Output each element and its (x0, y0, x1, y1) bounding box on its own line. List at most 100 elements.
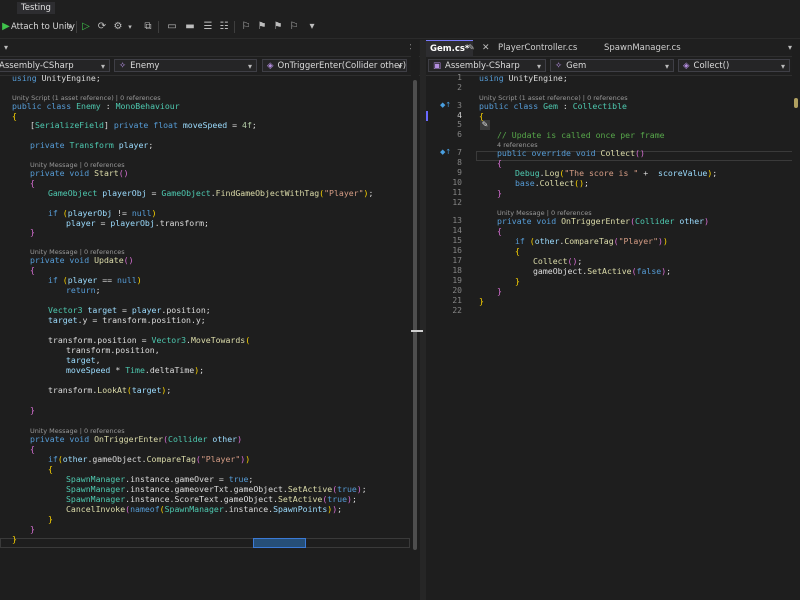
settings-icon[interactable]: ⚙ (112, 21, 124, 33)
tab-playercontroller[interactable]: PlayerController.cs (494, 40, 581, 56)
line-number: 18 (452, 266, 462, 275)
project-dropdown[interactable]: ▣ Assembly-CSharp ▾ (428, 59, 546, 72)
code-line: { (479, 111, 484, 121)
chevron-down-icon: ▾ (664, 62, 669, 71)
bookmark-icon[interactable]: ⚐ (240, 21, 252, 33)
close-icon[interactable]: ✕ (482, 40, 490, 56)
code-line: if (other.CompareTag("Player")) (515, 236, 668, 246)
tab-gem[interactable]: Gem.cs* (426, 40, 474, 57)
comment-icon[interactable]: ▭ (166, 21, 178, 33)
code-line: private void Start() (30, 168, 129, 178)
code-line: if(other.gameObject.CompareTag("Player")… (48, 454, 251, 464)
class-icon: ✧ (119, 61, 127, 71)
code-line: player = playerObj.transform; (66, 218, 209, 228)
class-dropdown[interactable]: ✧ Enemy ▾ (114, 59, 257, 72)
line-number: 20 (452, 286, 462, 295)
code-line: private void OnTriggerEnter(Collider oth… (30, 434, 243, 444)
code-line: { (12, 111, 17, 121)
line-number: 10 (452, 178, 462, 187)
hot-reload-icon[interactable]: ⟳ (96, 21, 108, 33)
uncomment-icon[interactable]: ▬ (184, 21, 196, 33)
project-icon: ▣ (433, 61, 442, 71)
pin-icon[interactable]: ✎ (468, 40, 475, 56)
code-line: GameObject playerObj = GameObject.FindGa… (48, 188, 374, 198)
code-line: } (30, 524, 35, 534)
code-line: } (515, 276, 520, 286)
align-right-icon[interactable]: ☷ (218, 21, 230, 33)
next-bookmark-icon[interactable]: ⚑ (272, 21, 284, 33)
code-line: } (479, 296, 484, 306)
member-dropdown[interactable]: ◈ Collect() ▾ (678, 59, 790, 72)
code-line: return; (66, 285, 101, 295)
code-line: { (48, 464, 53, 474)
code-line: private Transform player; (30, 140, 154, 150)
right-editor-pane: Gem.cs* ✎ ✕ PlayerController.cs SpawnMan… (426, 40, 800, 600)
tab-spawnmanager[interactable]: SpawnManager.cs (600, 40, 685, 56)
code-line: { (497, 158, 502, 168)
line-number: 14 (452, 226, 462, 235)
line-number: 13 (452, 216, 462, 225)
code-line: } (497, 188, 502, 198)
code-line: Vector3 target = player.position; (48, 305, 211, 315)
left-scrollbar[interactable] (411, 40, 419, 560)
prev-bookmark-icon[interactable]: ⚑ (256, 21, 268, 33)
code-line: SpawnManager.instance.gameoverTxt.gameOb… (66, 484, 367, 494)
code-line: SpawnManager.instance.gameOver = true; (66, 474, 254, 484)
line-number: 1 (457, 73, 462, 82)
code-line: { (30, 178, 35, 188)
chevron-down-icon: ▾ (100, 62, 105, 71)
line-number: 19 (452, 276, 462, 285)
menu-bar: Testing (0, 0, 800, 16)
line-number: 2 (457, 83, 462, 92)
line-number: 17 (452, 256, 462, 265)
line-number: 5 (457, 120, 462, 129)
line-number: 12 (452, 198, 462, 207)
chevron-down-icon[interactable]: ▾ (64, 21, 76, 33)
right-tab-strip: Gem.cs* ✎ ✕ PlayerController.cs SpawnMan… (426, 40, 800, 57)
code-line: public class Enemy : MonoBehaviour (12, 101, 180, 111)
code-line: transform.LookAt(target); (48, 385, 172, 395)
start-without-debugging-icon[interactable]: ▷ (80, 21, 92, 33)
line-number: 9 (457, 168, 462, 177)
right-scrollbar[interactable] (792, 40, 800, 560)
class-dropdown[interactable]: ✧ Gem ▾ (550, 59, 674, 72)
code-line: { (30, 444, 35, 454)
scroll-thumb[interactable] (413, 80, 417, 550)
line-number: 8 (457, 158, 462, 167)
splitter-grip[interactable] (411, 330, 423, 332)
line-number: 11 (452, 188, 462, 197)
code-line: transform.position = Vector3.MoveTowards… (48, 335, 251, 345)
code-line: } (497, 286, 502, 296)
code-line: using UnityEngine; (12, 73, 101, 83)
chevron-down-icon: ▾ (780, 62, 785, 71)
project-dropdown[interactable]: Assembly-CSharp ▾ (0, 59, 110, 72)
method-icon: ◈ (683, 61, 690, 71)
code-line: { (515, 246, 520, 256)
selected-word-highlight (253, 538, 306, 548)
code-line: SpawnManager.instance.ScoreText.gameObje… (66, 494, 357, 504)
line-number: 15 (452, 236, 462, 245)
code-line: using UnityEngine; (479, 73, 568, 83)
chevron-down-icon[interactable]: ▾ (124, 21, 136, 33)
current-line-highlight (0, 538, 410, 548)
code-line: private void OnTriggerEnter(Collider oth… (497, 216, 710, 226)
member-dropdown[interactable]: ◈ OnTriggerEnter(Collider other) ▾ (262, 59, 407, 72)
code-line: if (player == null) (48, 275, 142, 285)
class-icon: ✧ (555, 61, 563, 71)
code-line: target, (66, 355, 101, 365)
align-left-icon[interactable]: ☰ (202, 21, 214, 33)
override-glyph-icon[interactable]: ◆↑ (440, 101, 451, 109)
override-glyph-icon[interactable]: ◆↑ (440, 148, 451, 156)
code-line: gameObject.SetActive(false); (533, 266, 672, 276)
more-icon[interactable]: ▾ (306, 21, 318, 33)
tab-overflow-icon[interactable]: ▾ (4, 40, 8, 56)
code-line: } (12, 534, 17, 544)
left-tab-strip: ▾ ✕ (0, 40, 420, 57)
screen-icon[interactable]: ⧉ (142, 21, 154, 33)
quick-actions-icon[interactable]: ✎ (480, 120, 490, 130)
clear-bookmarks-icon[interactable]: ⚐ (288, 21, 300, 33)
code-line: Debug.Log("The score is " + scoreValue); (515, 168, 718, 178)
code-line: CancelInvoke(nameof(SpawnManager.instanc… (66, 504, 343, 514)
menu-item-testing[interactable]: Testing (17, 2, 55, 14)
code-line: [SerializeField] private float moveSpeed… (30, 120, 257, 130)
